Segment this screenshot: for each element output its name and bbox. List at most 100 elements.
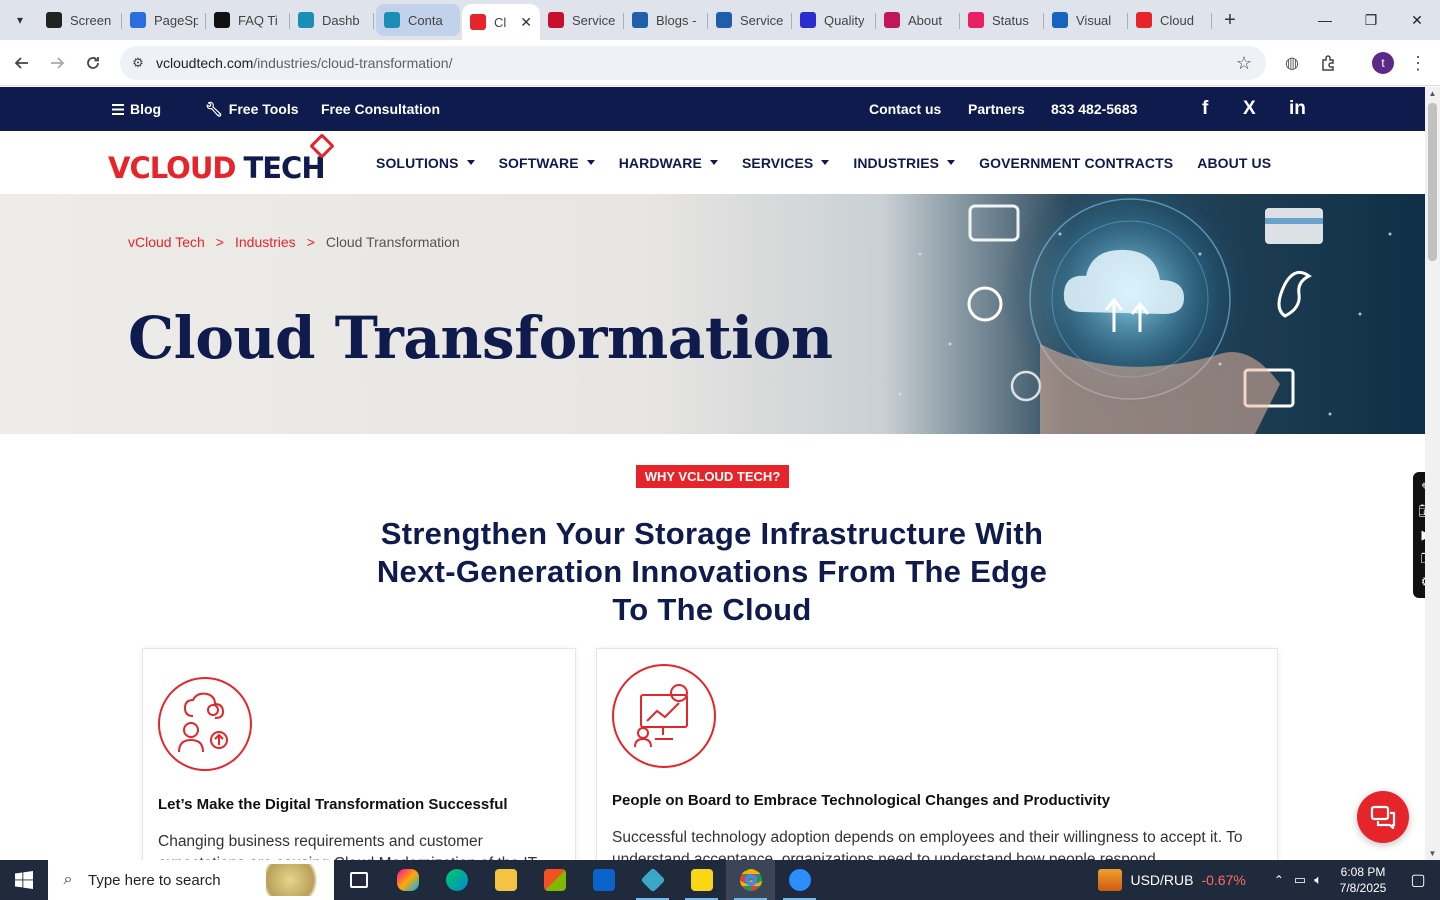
minimize-button[interactable]: — <box>1302 0 1348 40</box>
nav-item-industries[interactable]: INDUSTRIES <box>853 155 956 171</box>
tab-close-icon[interactable]: ✕ <box>520 14 532 31</box>
clock-date: 7/8/2025 <box>1339 881 1387 895</box>
browser-tab[interactable]: Blogs - <box>624 4 708 36</box>
url-domain: vcloudtech.com <box>156 55 254 71</box>
why-vcloud-badge: WHY VCLOUD TECH? <box>636 465 789 488</box>
facebook-icon[interactable]: f <box>1202 87 1208 131</box>
camera-icon[interactable]: 📷︎ <box>1418 503 1425 519</box>
tray-chevron-icon[interactable]: ⌃ <box>1274 873 1284 887</box>
address-bar[interactable]: ⚙ vcloudtech.com/industries/cloud-transf… <box>120 46 1266 80</box>
tab-active[interactable]: Cl ✕ <box>462 4 540 40</box>
blog-label: Blog <box>130 101 162 117</box>
scroll-up-arrow-icon[interactable]: ▲ <box>1425 89 1440 98</box>
tab-label: Service <box>740 12 784 28</box>
phone-link[interactable]: 833 482-5683 <box>1051 87 1137 131</box>
x-twitter-icon[interactable]: X <box>1243 87 1256 131</box>
ticker-change: -0.67% <box>1201 872 1246 888</box>
restore-button[interactable]: ❐ <box>1348 0 1394 40</box>
partners-link[interactable]: Partners <box>968 87 1025 131</box>
browser-tab[interactable]: About <box>876 4 960 36</box>
start-button[interactable] <box>0 860 48 900</box>
reload-button[interactable] <box>78 48 108 78</box>
feature-card: Let’s Make the Digital Transformation Su… <box>142 648 576 860</box>
profile-avatar[interactable]: t <box>1370 48 1396 78</box>
mail-icon[interactable] <box>579 860 628 900</box>
new-tab-button[interactable]: + <box>1216 9 1244 32</box>
tab-favicon-icon <box>384 12 400 28</box>
copilot-icon[interactable] <box>383 860 432 900</box>
tab-favicon-icon <box>214 12 230 28</box>
tab-label: Blogs - <box>656 12 697 28</box>
volume-icon[interactable]: 🔈︎ <box>1314 872 1322 888</box>
nav-item-services[interactable]: SERVICES <box>742 155 830 171</box>
clock-time: 6:08 PM <box>1340 865 1386 879</box>
tab-favicon-icon <box>548 12 564 28</box>
page-scrollbar[interactable]: ▲ ▼ <box>1425 87 1440 860</box>
browser-tab[interactable]: Visual <box>1044 4 1128 36</box>
breadcrumb-home-link[interactable]: vCloud Tech <box>128 234 205 250</box>
linkedin-icon[interactable]: in <box>1289 87 1306 131</box>
taskbar-clock[interactable]: 6:08 PM 7/8/2025 <box>1330 864 1396 896</box>
browser-tab[interactable]: Conta <box>376 4 460 36</box>
nav-item-software[interactable]: SOFTWARE <box>499 155 595 171</box>
forward-button[interactable] <box>42 48 72 78</box>
browser-tab[interactable]: Cloud <box>1128 4 1212 36</box>
vcloud-tech-logo[interactable]: VCLOUD TECH <box>108 133 335 185</box>
browser-tab[interactable]: Screen <box>38 4 122 36</box>
nav-item-label: HARDWARE <box>618 154 702 171</box>
breadcrumb-industries-link[interactable]: Industries <box>235 234 296 250</box>
browser-tab[interactable]: Status <box>960 4 1044 36</box>
notifications-icon[interactable]: ▢ <box>1396 870 1440 890</box>
main-navigation: VCLOUD TECH SOLUTIONS SOFTWARE HARDWARE SER… <box>0 131 1425 194</box>
page-title: Cloud Transformation <box>128 304 833 372</box>
free-tools-link[interactable]: 🔧︎ Free Tools <box>205 87 299 131</box>
nav-item-solutions[interactable]: SOLUTIONS <box>376 155 475 171</box>
file-explorer-icon[interactable] <box>481 860 530 900</box>
cloud-technology-image <box>898 194 1392 434</box>
blog-link[interactable]: Blog <box>112 87 161 131</box>
browser-tab[interactable]: Quality <box>792 4 876 36</box>
browser-tab[interactable]: Dashb <box>290 4 374 36</box>
card-text: Changing business requirements and custo… <box>158 833 537 860</box>
extensions-icon[interactable] <box>1316 48 1342 78</box>
browser-menu-icon[interactable]: ⋮ <box>1406 48 1430 78</box>
close-window-button[interactable]: ✕ <box>1394 0 1440 40</box>
scrollbar-thumb[interactable] <box>1428 103 1437 261</box>
chrome-icon[interactable] <box>726 860 775 900</box>
nav-item-about-us[interactable]: ABOUT US <box>1197 155 1271 171</box>
ticker-symbol[interactable]: USD/RUB <box>1130 872 1193 888</box>
task-view-icon[interactable] <box>334 860 383 900</box>
nav-item-hardware[interactable]: HARDWARE <box>619 155 718 171</box>
scroll-down-arrow-icon[interactable]: ▼ <box>1425 849 1440 858</box>
browser-tab[interactable]: Service <box>540 4 624 36</box>
contact-link[interactable]: Contact us <box>869 87 941 131</box>
hero-banner: vCloud Tech > Industries > Cloud Transfo… <box>0 194 1425 434</box>
free-consultation-link[interactable]: Free Consultation <box>321 87 440 131</box>
browser-tab[interactable]: Service <box>708 4 792 36</box>
tab-search-button[interactable]: ▾ <box>6 6 34 34</box>
bookmark-star-icon[interactable]: ☆ <box>1236 53 1252 74</box>
microsoft-store-icon[interactable] <box>530 860 579 900</box>
tab-favicon-icon <box>470 14 486 30</box>
edge-icon[interactable] <box>432 860 481 900</box>
site-info-icon[interactable]: ⚙ <box>120 55 156 71</box>
tab-label: PageSp <box>154 12 198 28</box>
chat-button[interactable] <box>1357 791 1409 843</box>
tab-label: Service <box>572 12 616 28</box>
translate-icon[interactable]: ◍ <box>1280 48 1304 78</box>
browser-tab[interactable]: PageSp <box>122 4 206 36</box>
nav-item-government-contracts[interactable]: GOVERNMENT CONTRACTS <box>979 155 1173 171</box>
zoom-icon[interactable] <box>775 860 824 900</box>
sticky-notes-icon[interactable] <box>677 860 726 900</box>
tab-label: FAQ Ti <box>238 12 278 28</box>
browser-tab[interactable]: FAQ Ti <box>206 4 290 36</box>
back-button[interactable] <box>7 48 37 78</box>
breadcrumb-separator: > <box>215 234 224 250</box>
taskbar-search[interactable]: ⌕ Type here to search <box>48 860 334 900</box>
tab-favicon-icon <box>1136 12 1152 28</box>
section-headline: Strengthen Your Storage Infrastructure W… <box>376 516 1048 627</box>
app-diamond-icon[interactable] <box>628 860 677 900</box>
network-icon[interactable]: ▭ <box>1294 872 1306 888</box>
currency-ticker-icon <box>1098 869 1123 891</box>
tab-label: Status <box>992 12 1029 28</box>
